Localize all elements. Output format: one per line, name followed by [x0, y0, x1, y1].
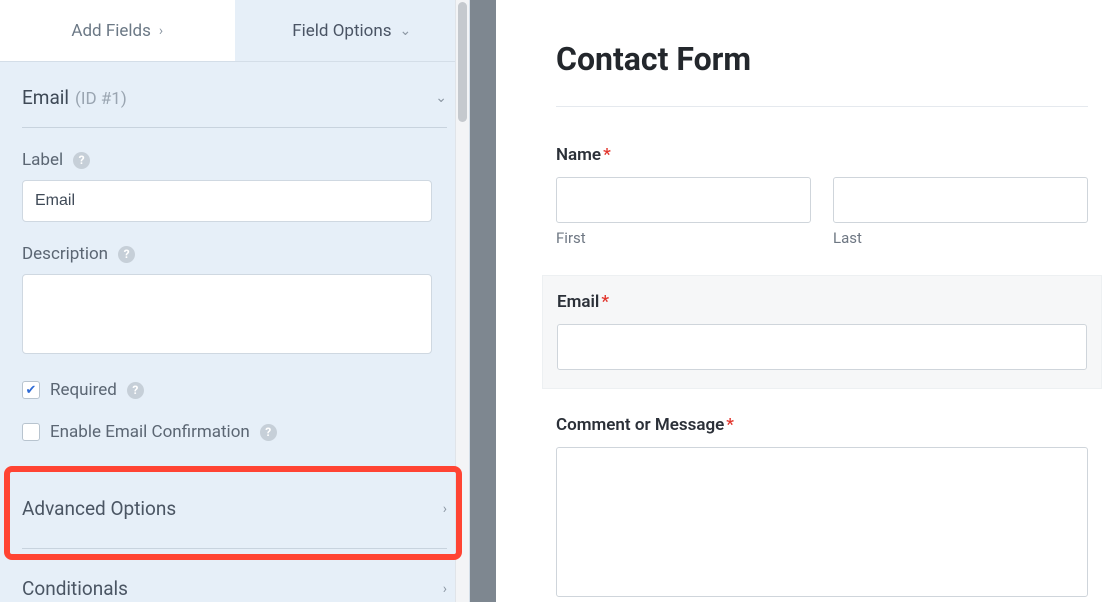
field-section-header[interactable]: Email (ID #1) ⌄: [22, 62, 447, 128]
name-label-text: Name: [556, 145, 601, 165]
conditionals-label: Conditionals: [22, 577, 128, 600]
required-row: ✔ Required ?: [22, 380, 447, 400]
form-preview: Contact Form Name* First Last Email* Com…: [496, 0, 1116, 602]
name-row: First Last: [556, 177, 1088, 247]
required-star: *: [726, 415, 734, 435]
help-icon[interactable]: ?: [118, 246, 135, 263]
last-name-input[interactable]: [833, 177, 1088, 223]
comment-field-label: Comment or Message*: [556, 415, 1088, 435]
pane-divider[interactable]: [470, 0, 496, 602]
required-star: *: [603, 145, 611, 165]
comment-textarea[interactable]: [556, 447, 1088, 597]
advanced-options-row[interactable]: Advanced Options ›: [22, 468, 447, 548]
required-label: Required: [50, 380, 117, 400]
label-field-label: Label: [22, 150, 63, 170]
email-label-text: Email: [557, 292, 599, 312]
email-field-label: Email*: [557, 292, 1087, 312]
chevron-down-icon: ⌄: [400, 23, 412, 39]
description-field-group: Description ?: [22, 244, 447, 358]
first-sublabel: First: [556, 229, 811, 247]
chevron-right-icon: ›: [443, 501, 447, 517]
help-icon[interactable]: ?: [127, 382, 144, 399]
tab-field-options-label: Field Options: [292, 21, 391, 41]
sidebar-tabs: Add Fields › Field Options ⌄: [0, 0, 469, 62]
field-options-panel: Email (ID #1) ⌄ Label ? Description ?: [0, 62, 469, 602]
email-field-wrap[interactable]: Email*: [542, 275, 1102, 389]
required-checkbox[interactable]: ✔: [22, 381, 40, 399]
tab-add-fields[interactable]: Add Fields ›: [0, 0, 235, 61]
tab-add-fields-label: Add Fields: [71, 21, 151, 41]
check-icon: ✔: [26, 383, 37, 398]
chevron-right-icon: ›: [443, 581, 447, 597]
chevron-down-icon: ⌄: [435, 90, 447, 106]
last-sublabel: Last: [833, 229, 1088, 247]
confirm-checkbox[interactable]: [22, 423, 40, 441]
description-field-label: Description: [22, 244, 108, 264]
confirm-label: Enable Email Confirmation: [50, 422, 250, 442]
form-title: Contact Form: [556, 40, 1088, 107]
description-input[interactable]: [22, 274, 432, 354]
required-star: *: [601, 292, 609, 312]
confirm-row: Enable Email Confirmation ?: [22, 422, 447, 442]
sidebar: Add Fields › Field Options ⌄ Email (ID #…: [0, 0, 470, 602]
field-section-title: Email: [22, 86, 69, 109]
email-input[interactable]: [557, 324, 1087, 370]
scrollbar-thumb[interactable]: [458, 2, 467, 122]
label-field-group: Label ?: [22, 150, 447, 222]
first-name-input[interactable]: [556, 177, 811, 223]
name-field-label: Name*: [556, 145, 1088, 165]
tab-field-options[interactable]: Field Options ⌄: [235, 0, 470, 61]
conditionals-row[interactable]: Conditionals ›: [22, 548, 447, 602]
help-icon[interactable]: ?: [260, 424, 277, 441]
chevron-right-icon: ›: [159, 23, 163, 39]
help-icon[interactable]: ?: [73, 152, 90, 169]
field-section-id: (ID #1): [75, 89, 127, 109]
advanced-options-label: Advanced Options: [22, 497, 176, 520]
comment-label-text: Comment or Message: [556, 415, 724, 435]
label-input[interactable]: [22, 180, 432, 222]
sidebar-scrollbar[interactable]: [455, 0, 469, 602]
